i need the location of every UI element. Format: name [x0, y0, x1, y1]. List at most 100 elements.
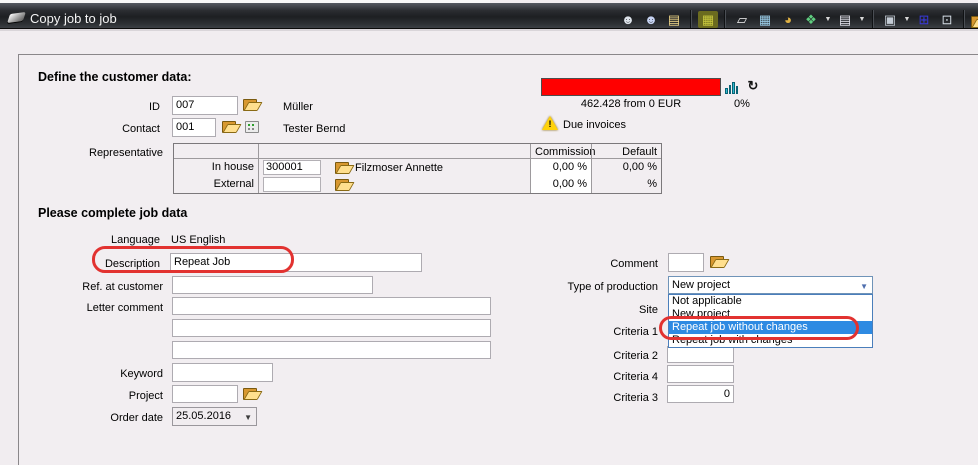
bar-chart-icon[interactable] — [725, 80, 742, 94]
gauge-percent: 0% — [722, 98, 762, 110]
toolbar-separator — [872, 10, 874, 28]
external-code-input[interactable] — [263, 177, 321, 192]
description-label: Description — [30, 258, 160, 271]
due-invoices-text: Due invoices — [563, 119, 626, 132]
contact-lookup-icon[interactable] — [245, 121, 259, 133]
external-commission-value[interactable]: 0,00 % — [530, 176, 591, 193]
customer-name: Müller — [283, 101, 313, 114]
dropdown-option-new-project[interactable]: New project — [669, 308, 872, 321]
form-panel — [18, 54, 978, 465]
folder-icon[interactable] — [335, 178, 352, 191]
table-row: External 0,00 % % — [174, 176, 661, 193]
copies-icon[interactable]: ▤ — [835, 10, 855, 29]
order-date-label: Order date — [30, 412, 163, 425]
credit-limit-gauge — [541, 78, 721, 96]
table-row: In house 300001 Filzmoser Annette 0,00 %… — [174, 159, 661, 176]
calculator-icon[interactable]: ▦ — [755, 10, 775, 29]
external-row-label: External — [174, 176, 258, 193]
project-input[interactable] — [172, 385, 238, 403]
add-contact-icon[interactable]: ☻ — [618, 10, 638, 29]
keyword-label: Keyword — [30, 368, 163, 381]
inhouse-code-input[interactable]: 300001 — [263, 160, 321, 175]
chevron-down-icon: ▼ — [244, 411, 252, 425]
letter-comment-input-2[interactable] — [172, 319, 491, 337]
titlebar-shadow — [0, 29, 978, 31]
contact-label: Contact — [30, 123, 160, 136]
dropdown-arrow-icon[interactable]: ▼ — [903, 16, 911, 23]
language-value: US English — [171, 234, 225, 247]
dropdown-option-repeat-job-with-changes[interactable]: Repeat job with changes — [669, 334, 872, 347]
language-label: Language — [30, 234, 160, 247]
folder-icon[interactable] — [710, 255, 727, 268]
criteria-4-label: Criteria 4 — [520, 371, 658, 384]
clipboard-note-icon[interactable]: ▤ — [664, 10, 684, 29]
criteria-3-input[interactable]: 0 — [667, 385, 734, 403]
type-of-production-label: Type of production — [520, 281, 658, 294]
criteria-2-input[interactable] — [667, 346, 734, 363]
dropdown-arrow-icon[interactable]: ▼ — [824, 16, 832, 23]
folder-icon[interactable] — [335, 161, 352, 174]
criteria-1-label: Criteria 1 — [520, 326, 658, 339]
ref-at-customer-input[interactable] — [172, 276, 373, 294]
order-date-value: 25.05.2016 — [176, 410, 231, 422]
folder-icon[interactable] — [222, 120, 239, 133]
comment-input[interactable] — [668, 253, 704, 272]
representative-label: Representative — [30, 147, 163, 160]
contact-input[interactable]: 001 — [172, 118, 216, 137]
numpad-icon[interactable]: ▦ — [698, 11, 718, 28]
copy-job-window: Copy job to job ☻ ☻ ▤ ▦ ▱ ▦ ◕ ❖ ▼ ▤ ▼ ▣ … — [0, 0, 978, 465]
criteria-3-label: Criteria 3 — [520, 392, 658, 405]
brush-icon[interactable]: ▱ — [732, 10, 752, 29]
criteria-2-label: Criteria 2 — [520, 350, 658, 363]
type-of-production-value: New project — [672, 279, 730, 291]
description-input[interactable]: Repeat Job — [170, 253, 422, 272]
window-icon — [7, 12, 26, 23]
dropdown-arrow-icon[interactable]: ▼ — [858, 16, 866, 23]
inhouse-representative-name: Filzmoser Annette — [355, 161, 443, 175]
table-header-row: Commission Default — [174, 144, 661, 159]
chevron-down-icon: ▼ — [860, 280, 868, 294]
default-column-header: Default — [591, 144, 661, 159]
representative-table: Commission Default In house 300001 Filzm… — [173, 143, 662, 194]
pie-chart-icon[interactable]: ◕ — [778, 10, 798, 29]
gauge-amount: 462.428 from 0 EUR — [541, 98, 721, 110]
project-label: Project — [30, 390, 163, 403]
commission-column-header: Commission — [530, 144, 591, 159]
letter-comment-input-1[interactable] — [172, 297, 491, 315]
toolbar: ☻ ☻ ▤ ▦ ▱ ▦ ◕ ❖ ▼ ▤ ▼ ▣ ▼ ⊞ ⊡ — [618, 8, 978, 30]
type-of-production-combobox[interactable]: New project ▼ — [668, 276, 873, 294]
contact-name: Tester Bernd — [283, 123, 345, 136]
folder-icon[interactable] — [243, 98, 260, 111]
layers-icon[interactable]: ❖ — [801, 10, 821, 29]
folder-icon[interactable] — [971, 15, 978, 28]
dropdown-option-repeat-job-without-changes[interactable]: Repeat job without changes — [669, 321, 872, 334]
workstation-icon[interactable]: ⊡ — [937, 10, 957, 29]
toolbar-separator — [963, 10, 965, 28]
ref-at-customer-label: Ref. at customer — [30, 281, 163, 294]
dropdown-option-not-applicable[interactable]: Not applicable — [669, 295, 872, 308]
id-input[interactable]: 007 — [172, 96, 238, 115]
order-date-combobox[interactable]: 25.05.2016 ▼ — [172, 407, 257, 426]
type-of-production-dropdown-list: Not applicable New project Repeat job wi… — [668, 294, 873, 348]
letter-comment-input-3[interactable] — [172, 341, 491, 359]
keyword-input[interactable] — [172, 363, 273, 382]
site-label: Site — [520, 304, 658, 317]
comment-label: Comment — [520, 258, 658, 271]
id-label: ID — [30, 101, 160, 114]
cart-icon[interactable]: ⊞ — [914, 10, 934, 29]
criteria-4-input[interactable] — [667, 365, 734, 383]
toolbar-separator — [690, 10, 692, 28]
folder-icon[interactable] — [243, 387, 260, 400]
edit-contact-icon[interactable]: ☻ — [641, 10, 661, 29]
toolbar-separator — [724, 10, 726, 28]
letter-comment-label: Letter comment — [30, 302, 163, 315]
title-bar: Copy job to job ☻ ☻ ▤ ▦ ▱ ▦ ◕ ❖ ▼ ▤ ▼ ▣ … — [0, 3, 978, 29]
cube-icon[interactable]: ▣ — [880, 10, 900, 29]
warning-icon — [542, 116, 558, 130]
inhouse-default-value: 0,00 % — [591, 159, 661, 176]
customer-section-heading: Define the customer data: — [38, 70, 192, 84]
inhouse-row-label: In house — [174, 159, 258, 176]
refresh-icon[interactable]: ↻ — [745, 78, 761, 94]
external-default-value: % — [591, 176, 661, 193]
inhouse-commission-value[interactable]: 0,00 % — [530, 159, 591, 176]
